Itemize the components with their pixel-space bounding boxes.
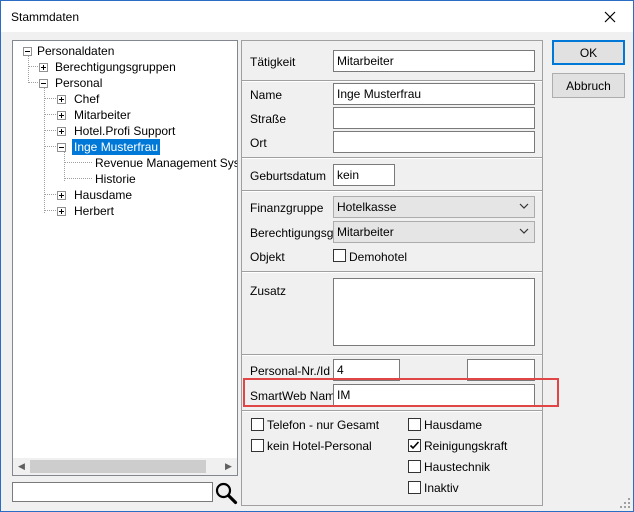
tree-node-label: Chef [74, 92, 100, 106]
tree-node-label: Hausdame [74, 188, 133, 202]
hausdame-label: Hausdame [424, 418, 483, 432]
reinigungskraft-checkbox[interactable] [408, 439, 421, 452]
scroll-right-arrow-icon[interactable]: ▶ [220, 458, 237, 475]
label-ort: Ort [250, 136, 267, 150]
demohotel-label: Demohotel [349, 250, 408, 264]
label-berechtigungsgruppe: Berechtigungsgr. [250, 226, 341, 240]
collapse-icon[interactable] [39, 79, 48, 88]
telefon-nur-gesamt-checkbox[interactable] [251, 418, 264, 431]
chevron-down-icon [519, 228, 529, 234]
label-taetigkeit: Tätigkeit [250, 55, 296, 69]
smartweb-name-highlight [243, 378, 559, 407]
resize-grip-icon[interactable] [619, 497, 631, 509]
zusatz-textarea[interactable] [333, 278, 535, 346]
expand-icon[interactable] [57, 95, 66, 104]
ort-field[interactable] [333, 131, 535, 153]
tree-connector [44, 130, 56, 131]
expand-icon[interactable] [57, 207, 66, 216]
tree-connector [64, 162, 92, 163]
hausdame-checkbox[interactable] [408, 418, 421, 431]
abbruch-button[interactable]: Abbruch [552, 73, 625, 98]
close-button[interactable] [587, 1, 633, 32]
tree-connector [44, 146, 56, 147]
kein-hotel-personal-checkbox[interactable] [251, 439, 264, 452]
tree-node-label: Revenue Management System [95, 156, 238, 170]
collapse-icon[interactable] [57, 143, 66, 152]
close-icon [604, 11, 616, 22]
label-objekt: Objekt [250, 250, 285, 264]
personnel-tree[interactable]: Personaldaten Berechtigungsgruppen Perso… [12, 40, 238, 476]
tree-node-label: Historie [95, 172, 136, 186]
finanzgruppe-select[interactable]: Hotelkasse [333, 196, 535, 218]
label-name: Name [250, 88, 283, 102]
inaktiv-label: Inaktiv [424, 481, 459, 495]
scrollbar-thumb[interactable] [30, 460, 206, 473]
reinigungskraft-label: Reinigungskraft [424, 439, 508, 453]
tree-node-label: Herbert [74, 204, 115, 218]
tree-node-label: Hotel.Profi Support [74, 124, 176, 138]
tree-node-label: Berechtigungsgruppen [55, 60, 176, 74]
demohotel-checkbox[interactable] [333, 249, 346, 262]
separator [242, 271, 542, 273]
label-strasse: Straße [250, 112, 287, 126]
berechtigungsgruppe-value: Mitarbeiter [337, 225, 394, 239]
tree-connector [64, 151, 65, 181]
tree-connector [64, 178, 92, 179]
checkmark-icon [409, 441, 420, 450]
name-field[interactable]: Inge Musterfrau [333, 83, 535, 105]
taetigkeit-field[interactable]: Mitarbeiter [333, 50, 535, 72]
personnel-form: Tätigkeit Mitarbeiter Name Inge Musterfr… [241, 40, 543, 506]
expand-icon[interactable] [57, 111, 66, 120]
label-finanzgruppe: Finanzgruppe [250, 201, 324, 215]
tree-connector [44, 194, 56, 195]
separator [242, 190, 542, 192]
separator [242, 410, 542, 412]
expand-icon[interactable] [39, 63, 48, 72]
tree-horizontal-scrollbar[interactable]: ◀ ▶ [13, 458, 237, 475]
tree-search-input[interactable] [12, 482, 213, 502]
title-bar: Stammdaten [1, 1, 633, 32]
chevron-down-icon [519, 203, 529, 209]
expand-icon[interactable] [57, 191, 66, 200]
tree-node-revenue-management[interactable]: Revenue Management System [95, 155, 238, 171]
haustechnik-label: Haustechnik [424, 460, 491, 474]
tree-node-label: Mitarbeiter [74, 108, 131, 122]
tree-node-historie[interactable]: Historie [95, 171, 136, 187]
collapse-icon[interactable] [23, 47, 32, 56]
tree-node-label: Personal [55, 76, 103, 90]
search-icon [215, 482, 238, 505]
kein-hotel-personal-label: kein Hotel-Personal [267, 439, 372, 453]
geburtsdatum-field[interactable]: kein [333, 164, 395, 186]
search-button[interactable] [214, 481, 238, 505]
inaktiv-checkbox[interactable] [408, 481, 421, 494]
tree-connector [44, 98, 56, 99]
tree-connector [44, 210, 56, 211]
label-geburtsdatum: Geburtsdatum [250, 169, 327, 183]
scroll-left-arrow-icon[interactable]: ◀ [13, 458, 30, 475]
label-personal-nr: Personal-Nr./Id [250, 364, 331, 378]
tree-node-label: Personaldaten [37, 44, 115, 58]
tree-connector [28, 55, 29, 83]
ok-button[interactable]: OK [552, 40, 625, 65]
tree-connector [44, 114, 56, 115]
finanzgruppe-value: Hotelkasse [337, 200, 397, 214]
berechtigungsgruppe-select[interactable]: Mitarbeiter [333, 221, 535, 243]
stammdaten-dialog: Stammdaten Personaldaten Berechtigungsgr… [0, 0, 634, 512]
window-title: Stammdaten [11, 10, 80, 24]
haustechnik-checkbox[interactable] [408, 460, 421, 473]
strasse-field[interactable] [333, 107, 535, 129]
tree-node-label-selected: Inge Musterfrau [72, 139, 161, 155]
separator [242, 354, 542, 356]
label-zusatz: Zusatz [250, 284, 287, 298]
separator [242, 157, 542, 159]
expand-icon[interactable] [57, 127, 66, 136]
separator [242, 80, 542, 82]
telefon-nur-gesamt-label: Telefon - nur Gesamt [267, 418, 380, 432]
